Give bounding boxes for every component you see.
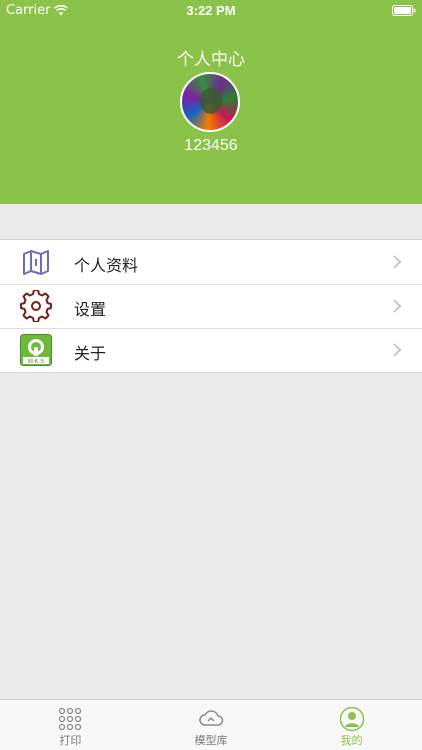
page-title: 个人中心 <box>177 50 245 70</box>
tab-bar: 打印 模型库 我的 <box>0 699 422 750</box>
profile-menu: 个人资料 设置 M K S 关于 <box>0 239 422 373</box>
mks-logo-icon: M K S <box>20 334 52 366</box>
chevron-right-icon <box>393 343 402 357</box>
gear-icon <box>20 290 52 322</box>
tab-print[interactable]: 打印 <box>0 700 141 750</box>
chevron-right-icon <box>393 299 402 313</box>
tab-label: 我的 <box>340 734 363 747</box>
cloud-icon <box>199 710 224 726</box>
tab-label: 模型库 <box>194 734 228 747</box>
menu-item-label: 关于 <box>74 344 107 363</box>
mks-logo-text: M K S <box>28 359 44 365</box>
status-bar: Carrier 3:22 PM <box>0 0 422 22</box>
menu-item-settings[interactable]: 设置 <box>0 284 422 328</box>
menu-item-about[interactable]: M K S 关于 <box>0 328 422 372</box>
tab-label: 打印 <box>59 734 82 747</box>
battery-icon <box>392 5 416 16</box>
username: 123456 <box>184 137 238 154</box>
menu-item-label: 设置 <box>74 300 107 319</box>
menu-item-label: 个人资料 <box>74 256 139 275</box>
profile-header: Carrier 3:22 PM 个人中心 123456 <box>0 0 422 204</box>
avatar[interactable] <box>180 72 240 132</box>
menu-item-profile[interactable]: 个人资料 <box>0 240 422 284</box>
map-icon <box>23 250 49 275</box>
tab-model-library[interactable]: 模型库 <box>141 700 282 750</box>
status-time: 3:22 PM <box>186 3 236 18</box>
tab-mine[interactable]: 我的 <box>281 700 422 750</box>
avatar-image <box>200 88 222 114</box>
grid-dots-icon <box>59 707 82 731</box>
person-icon <box>339 706 364 732</box>
chevron-right-icon <box>393 255 402 269</box>
